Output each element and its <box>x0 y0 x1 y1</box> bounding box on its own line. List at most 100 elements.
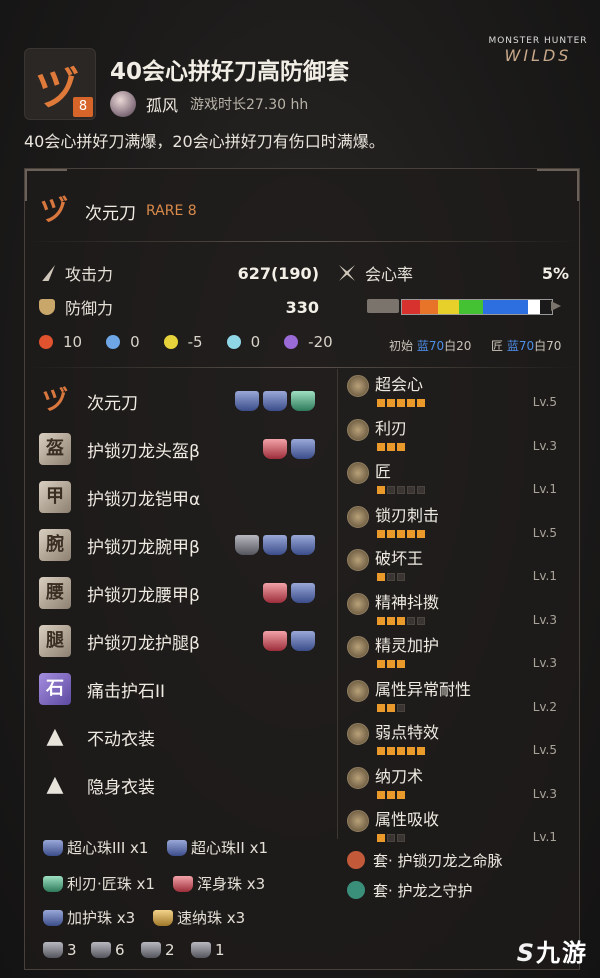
equipment-item[interactable]: 盔护锁刃龙头盔β <box>39 429 200 469</box>
skill-pip <box>377 442 385 451</box>
skill-level: Lv.3 <box>532 612 557 627</box>
rarity-badge: 8 <box>73 97 93 117</box>
attack-value: 627(190) <box>237 263 319 283</box>
build-panel: ヅ 次元刀 RARE 8 攻击力 627(190) 会心率 5% 防御力 330 <box>24 168 580 970</box>
skill-pip <box>387 747 395 755</box>
skill-item[interactable]: 匠 Lv.1 <box>347 462 567 502</box>
thunder-icon <box>163 335 178 349</box>
sharpness-segment <box>459 300 483 314</box>
elemental-resistances: 10 0 -5 0 -20 <box>39 333 357 351</box>
skill-pip <box>397 660 405 668</box>
skill-level-pips <box>377 747 427 755</box>
skill-item[interactable]: 精神抖擞 Lv.3 <box>347 592 567 633</box>
logo-line2: WILDS <box>504 46 572 65</box>
skill-item[interactable]: 属性异常耐性 Lv.2 <box>347 679 567 720</box>
equipment-item[interactable]: ▲ 隐身衣装 <box>39 765 155 805</box>
affinity-icon <box>339 265 355 281</box>
sword-icon <box>42 265 55 281</box>
fire-value: 10 <box>63 333 83 351</box>
watermark-logo-icon: S <box>516 939 536 967</box>
decoration-icon <box>43 909 63 926</box>
set-bonus[interactable]: 套· 护锁刃龙之命脉 <box>347 849 503 871</box>
equipment-item[interactable]: 腿护锁刃龙护腿β <box>39 621 200 661</box>
skill-item[interactable]: 锁刃刺击 Lv.5 <box>347 505 567 546</box>
logo-line1: MONSTER HUNTER <box>488 36 588 46</box>
skill-name: 属性异常耐性 <box>375 679 472 699</box>
sharpness-segment <box>483 300 528 314</box>
decoration-item[interactable]: 速纳珠 x3 <box>153 907 245 928</box>
equipment-item[interactable]: ▲ 不动衣装 <box>39 717 155 757</box>
thunder-value: -5 <box>187 333 203 351</box>
equipment-item[interactable]: 腰护锁刃龙腰甲β <box>39 573 200 613</box>
author-meta: 孤风 游戏时长27.30 hh <box>110 90 308 118</box>
equipment-item[interactable]: 石痛击护石II <box>39 669 165 709</box>
armor-icon: 腰 <box>39 577 71 609</box>
weapon-row[interactable]: ヅ 次元刀 RARE 8 <box>35 191 197 231</box>
dragon-resistance: -20 <box>284 333 333 351</box>
decoration-item[interactable]: 加护珠 x3 <box>43 907 135 928</box>
decoration-name: 加护珠 x3 <box>67 909 136 927</box>
skill-pip <box>417 486 425 494</box>
decoration-item[interactable]: 浑身珠 x3 <box>173 873 265 894</box>
skill-item[interactable]: 纳刀术 Lv.3 <box>347 766 567 807</box>
decoration-name: 浑身珠 x3 <box>197 875 266 893</box>
set-bonus[interactable]: 套· 护龙之守护 <box>347 879 473 901</box>
slot-count-value: 1 <box>215 941 225 959</box>
equipment-name: 隐身衣装 <box>87 777 155 798</box>
skill-pip <box>417 616 425 625</box>
equipment-item[interactable]: ヅ次元刀 <box>39 381 138 421</box>
author-name[interactable]: 孤风 <box>146 92 178 116</box>
skill-level: Lv.1 <box>532 482 557 496</box>
skill-level-pips <box>377 703 407 712</box>
skill-item[interactable]: 破坏王 Lv.1 <box>347 549 567 589</box>
decoration-item[interactable]: 超心珠III x1 <box>43 837 148 858</box>
decoration-icon <box>153 909 173 926</box>
skill-level: Lv.2 <box>532 699 557 714</box>
skill-item[interactable]: 属性吸收 Lv.1 <box>347 810 567 850</box>
sharpness-max: 匠 蓝70白70 <box>491 337 561 354</box>
equipment-item[interactable]: 甲护锁刃龙铠甲α <box>39 477 200 517</box>
build-description: 40会心拼好刀满爆，20会心拼好刀有伤口时满爆。 <box>24 132 385 151</box>
skill-item[interactable]: 弱点特效 Lv.5 <box>347 723 567 763</box>
sharpness-segment <box>528 300 540 314</box>
affinity-label: 会心率 <box>365 265 414 284</box>
sharpness-max-blue: 蓝70 <box>506 339 535 353</box>
skill-level: Lv.3 <box>532 438 557 453</box>
decoration-item[interactable]: 超心珠II x1 <box>167 837 268 858</box>
skill-item[interactable]: 精灵加护 Lv.3 <box>347 636 567 676</box>
decoration-slot-icon <box>291 391 315 411</box>
skill-pip <box>397 442 405 451</box>
skill-level: Lv.1 <box>532 830 557 844</box>
build-title: 40会心拼好刀高防御套 <box>110 59 350 85</box>
skill-level: Lv.5 <box>532 525 557 540</box>
armor-icon: 甲 <box>39 481 71 513</box>
skill-item[interactable]: 超会心 Lv.5 <box>347 375 567 415</box>
slot-weapon-icon <box>191 942 211 958</box>
skill-item[interactable]: 利刃 Lv.3 <box>347 418 567 459</box>
decoration-slot-icon <box>263 631 287 651</box>
decoration-item[interactable]: 利刃·匠珠 x1 <box>43 873 155 894</box>
skill-icon <box>347 462 369 484</box>
avatar[interactable] <box>110 91 136 117</box>
sharpness-max-label: 匠 <box>491 339 504 353</box>
equipment-item[interactable]: 腕护锁刃龙腕甲β <box>39 525 200 565</box>
decoration-slot-icon <box>291 631 315 651</box>
water-resistance: 0 <box>106 333 140 351</box>
decoration-icon <box>173 875 193 892</box>
skill-name: 精神抖擞 <box>375 592 440 612</box>
decoration-slot-icon <box>263 535 287 555</box>
skill-pip <box>377 399 385 407</box>
equipment-name: 痛击护石II <box>87 681 166 702</box>
equipment-name: 护锁刃龙铠甲α <box>87 489 201 510</box>
skill-level-pips <box>377 486 427 494</box>
watermark-text: 九游 <box>536 939 588 967</box>
build-page: ヅ 8 40会心拼好刀高防御套 孤风 游戏时长27.30 hh MONSTER … <box>0 0 600 978</box>
skill-icon <box>347 810 369 832</box>
slot-level1-icon <box>141 942 161 958</box>
site-watermark: S九游 <box>517 933 588 968</box>
skill-level-pips <box>377 573 407 581</box>
skill-pip <box>387 399 395 407</box>
slot-level3-icon <box>43 942 63 958</box>
sharpness-segment <box>540 300 552 314</box>
skill-pip <box>407 399 415 407</box>
